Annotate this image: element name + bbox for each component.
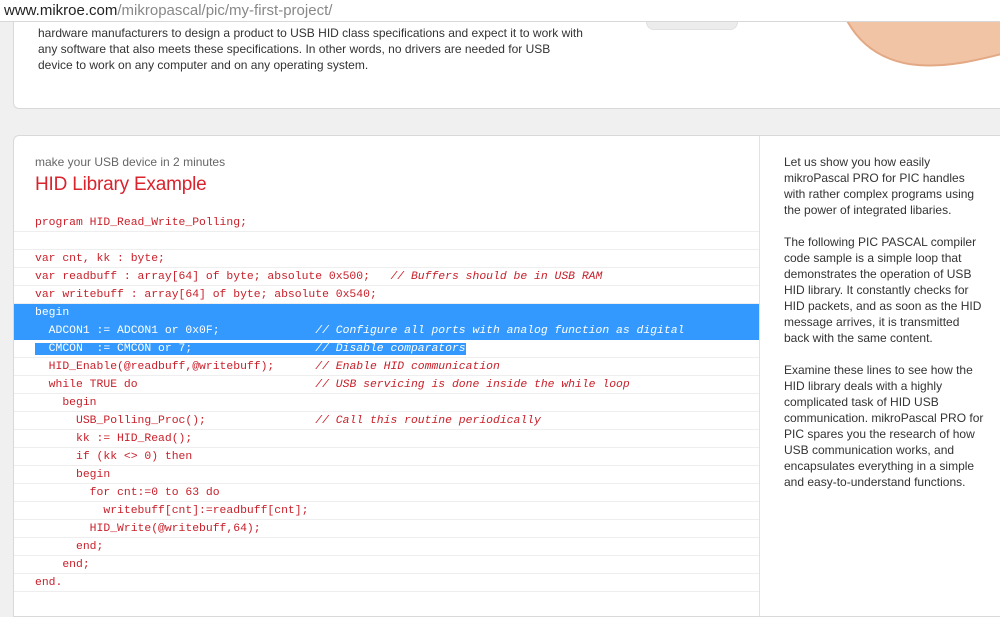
- code-line: end;: [14, 556, 759, 574]
- example-title: HID Library Example: [35, 174, 207, 195]
- code-line: writebuff[cnt]:=readbuff[cnt];: [14, 502, 759, 520]
- code-line: var writebuff : array[64] of byte; absol…: [14, 286, 759, 304]
- code-line: begin: [14, 466, 759, 484]
- description-column: Let us show you how easily mikroPascal P…: [784, 154, 984, 506]
- code-line: for cnt:=0 to 63 do: [14, 484, 759, 502]
- code-line: ADCON1 := ADCON1 or 0x0F; // Configure a…: [14, 322, 759, 340]
- code-line: [14, 232, 759, 250]
- code-line: USB_Polling_Proc(); // Call this routine…: [14, 412, 759, 430]
- intro-card: hardware manufacturers to design a produ…: [13, 22, 1000, 109]
- description-paragraph: The following PIC PASCAL compiler code s…: [784, 235, 982, 345]
- description-paragraph: Examine these lines to see how the HID l…: [784, 363, 984, 489]
- example-subtitle: make your USB device in 2 minutes: [35, 155, 226, 169]
- code-line: var cnt, kk : byte;: [14, 250, 759, 268]
- intro-text: hardware manufacturers to design a produ…: [38, 26, 583, 72]
- code-line: HID_Write(@writebuff,64);: [14, 520, 759, 538]
- code-listing[interactable]: program HID_Read_Write_Polling;var cnt, …: [14, 214, 759, 592]
- code-line: program HID_Read_Write_Polling;: [14, 214, 759, 232]
- code-line: CMCON := CMCON or 7; // Disable comparat…: [14, 340, 759, 358]
- description-paragraph: Let us show you how easily mikroPascal P…: [784, 155, 975, 217]
- code-line: if (kk <> 0) then: [14, 448, 759, 466]
- code-line: end.: [14, 574, 759, 592]
- code-line: begin: [14, 304, 759, 322]
- url-path: /mikropascal/pic/my-first-project/: [117, 2, 333, 19]
- code-line: begin: [14, 394, 759, 412]
- example-card: make your USB device in 2 minutes HID Li…: [13, 135, 1000, 617]
- decorative-tab: [646, 22, 738, 30]
- url-host: www.mikroe.com: [4, 2, 118, 19]
- code-line: HID_Enable(@readbuff,@writebuff); // Ena…: [14, 358, 759, 376]
- code-line: while TRUE do // USB servicing is done i…: [14, 376, 759, 394]
- code-line: var readbuff : array[64] of byte; absolu…: [14, 268, 759, 286]
- column-divider: [759, 136, 760, 616]
- code-line: kk := HID_Read();: [14, 430, 759, 448]
- hand-image: [846, 22, 1000, 67]
- code-line: end;: [14, 538, 759, 556]
- address-bar[interactable]: www.mikroe.com/mikropascal/pic/my-first-…: [0, 0, 1000, 22]
